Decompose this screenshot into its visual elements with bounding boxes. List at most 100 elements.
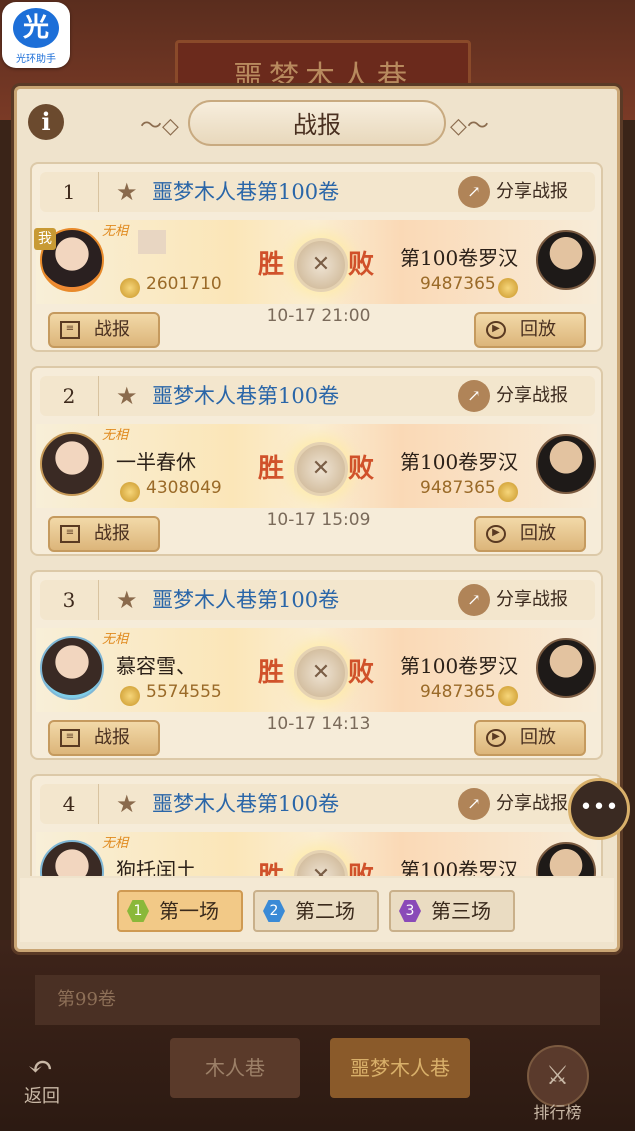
player-power: 4308049 [146, 478, 222, 498]
lose-label: 败 [348, 454, 375, 484]
card-index: 2 [40, 376, 99, 416]
stage-title: 噩梦木人巷第100卷 [152, 588, 340, 612]
helper-logo-icon: 光 [13, 8, 59, 48]
player-power: 5574555 [146, 682, 222, 702]
crossed-swords-icon: ✕ [294, 238, 348, 292]
lose-label: 败 [348, 250, 375, 280]
opponent-name: 第100卷罗汉 [400, 858, 519, 876]
replay-label: 回放 [520, 523, 556, 544]
power-coin-icon [498, 482, 518, 502]
opponent-power: 9487365 [420, 682, 496, 702]
leaderboard-icon: ⚔ [526, 1045, 589, 1107]
match-tab-1[interactable]: 1 第一场 [117, 890, 243, 932]
card-header: 1 ★ 噩梦木人巷第100卷 ↗ 分享战报 [40, 172, 595, 212]
power-coin-icon [120, 278, 140, 298]
player-name: 慕容雪、 [116, 654, 196, 678]
lose-label: 败 [348, 856, 374, 876]
opponent-name: 第100卷罗汉 [400, 450, 519, 474]
match-number-icon: 3 [399, 900, 421, 922]
rank-title-badge: 无相 [102, 428, 129, 443]
player-power: 2601710 [146, 274, 222, 294]
panel-title: 战报 [188, 100, 446, 146]
play-icon: ▶ [486, 729, 506, 747]
tab-wooden-lane[interactable]: 木人巷 [170, 1038, 300, 1098]
opponent-name: 第100卷罗汉 [400, 246, 519, 270]
player-name: 一半春休 [116, 450, 196, 474]
view-report-button[interactable]: ≡ 战报 [48, 720, 160, 756]
share-label: 分享战报 [496, 181, 568, 202]
match-tab-3[interactable]: 3 第三场 [389, 890, 515, 932]
replay-button[interactable]: ▶ 回放 [474, 516, 586, 552]
view-report-button[interactable]: ≡ 战报 [48, 516, 160, 552]
report-icon: ≡ [60, 729, 80, 747]
battle-report-list[interactable]: 1 ★ 噩梦木人巷第100卷 ↗ 分享战报 我 无相 2601710 胜 ✕ 败… [30, 162, 605, 876]
player-avatar[interactable] [40, 432, 104, 496]
leaderboard-label: 排行榜 [533, 1103, 582, 1122]
rank-title-badge: 无相 [102, 224, 129, 239]
match-number-icon: 1 [127, 900, 149, 922]
view-report-button[interactable]: ≡ 战报 [48, 312, 160, 348]
star-icon: ★ [116, 382, 138, 410]
back-label: 返回 [24, 1086, 60, 1107]
power-coin-icon [498, 686, 518, 706]
report-label: 战报 [94, 319, 130, 340]
replay-button[interactable]: ▶ 回放 [474, 720, 586, 756]
match-tab-label: 第一场 [159, 899, 219, 923]
player-name-redacted [138, 230, 166, 254]
battle-report-card: 4 ★ 噩梦木人巷第100卷 ↗ 分享战报 无相 狗托闰土 胜 ✕ 败 第100… [30, 774, 603, 876]
title-ornament-right-icon: ◇〜 [450, 114, 489, 139]
share-label: 分享战报 [496, 793, 568, 814]
info-icon[interactable]: i [28, 104, 64, 140]
stage-title: 噩梦木人巷第100卷 [152, 180, 340, 204]
report-icon: ≡ [60, 321, 80, 339]
chat-bubble-icon[interactable]: ••• [568, 778, 630, 840]
stage-title: 噩梦木人巷第100卷 [152, 384, 340, 408]
opponent-name: 第100卷罗汉 [400, 654, 519, 678]
play-icon: ▶ [486, 525, 506, 543]
card-header: 3 ★ 噩梦木人巷第100卷 ↗ 分享战报 [40, 580, 595, 620]
match-tab-label: 第二场 [295, 899, 355, 923]
report-label: 战报 [94, 523, 130, 544]
card-index: 1 [40, 172, 99, 212]
win-label: 胜 [258, 856, 284, 876]
card-header: 4 ★ 噩梦木人巷第100卷 ↗ 分享战报 [40, 784, 595, 824]
play-icon: ▶ [486, 321, 506, 339]
crossed-swords-icon: ✕ [294, 646, 348, 700]
rank-title-badge: 无相 [102, 632, 129, 647]
player-name: 狗托闰土 [116, 858, 196, 876]
back-button[interactable]: ↶ 返回 [18, 1050, 83, 1112]
leaderboard-button[interactable]: ⚔ 排行榜 [520, 1045, 595, 1125]
opponent-avatar[interactable] [536, 638, 596, 698]
me-badge: 我 [34, 228, 56, 250]
crossed-swords-icon: ✕ [294, 442, 348, 496]
opponent-avatar[interactable] [536, 230, 596, 290]
tab-nightmare-wooden-lane[interactable]: 噩梦木人巷 [330, 1038, 470, 1098]
replay-button[interactable]: ▶ 回放 [474, 312, 586, 348]
stage-title: 噩梦木人巷第100卷 [152, 792, 340, 816]
share-label: 分享战报 [496, 589, 568, 610]
match-tab-2[interactable]: 2 第二场 [253, 890, 379, 932]
replay-label: 回放 [520, 319, 556, 340]
volume-label: 第99卷 [35, 975, 600, 1025]
title-ornament-left-icon: 〜◇ [140, 114, 179, 139]
report-icon: ≡ [60, 525, 80, 543]
opponent-avatar[interactable] [536, 434, 596, 494]
share-icon: ↗ [458, 584, 490, 616]
card-header: 2 ★ 噩梦木人巷第100卷 ↗ 分享战报 [40, 376, 595, 416]
win-label: 胜 [258, 250, 285, 280]
power-coin-icon [498, 278, 518, 298]
card-index: 3 [40, 580, 99, 620]
player-avatar[interactable] [40, 636, 104, 700]
power-coin-icon [120, 482, 140, 502]
opponent-power: 9487365 [420, 478, 496, 498]
star-icon: ★ [116, 586, 138, 614]
helper-app-badge[interactable]: 光 光环助手 [2, 2, 70, 68]
match-number-icon: 2 [263, 900, 285, 922]
report-label: 战报 [94, 727, 130, 748]
replay-label: 回放 [520, 727, 556, 748]
star-icon: ★ [116, 790, 138, 818]
share-icon: ↗ [458, 380, 490, 412]
battle-report-card: 3 ★ 噩梦木人巷第100卷 ↗ 分享战报 无相 慕容雪、 5574555 胜 … [30, 570, 603, 760]
rank-title-badge: 无相 [102, 836, 129, 851]
star-icon: ★ [116, 178, 138, 206]
